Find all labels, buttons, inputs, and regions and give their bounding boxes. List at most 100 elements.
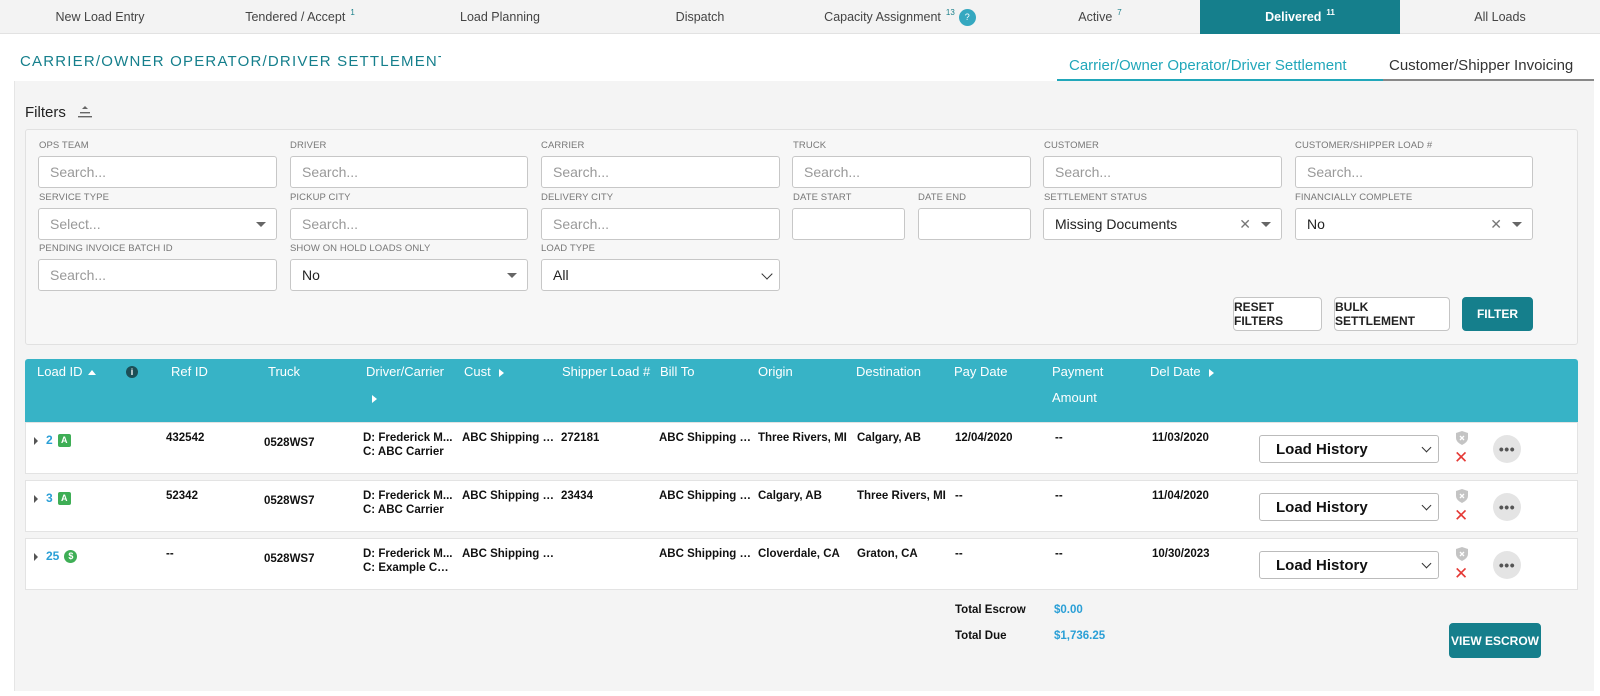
bulk-settlement-button[interactable]: BULK SETTLEMENT <box>1334 297 1450 331</box>
col-payment-amount-line2: Amount <box>1052 390 1097 405</box>
pending-batch-input[interactable]: Search... <box>38 259 277 291</box>
origin: Three Rivers, MI <box>758 432 847 444</box>
load-history-select[interactable]: Load History <box>1259 493 1439 521</box>
col-ref-id[interactable]: Ref ID <box>171 364 208 379</box>
customer-load-label: CUSTOMER/SHIPPER LOAD # <box>1295 140 1433 151</box>
col-truck[interactable]: Truck <box>268 364 300 379</box>
expand-row-icon[interactable] <box>34 495 38 503</box>
info-icon[interactable]: i <box>126 366 138 378</box>
view-escrow-button[interactable]: VIEW ESCROW <box>1449 623 1541 658</box>
col-payment-amount[interactable]: Payment <box>1052 364 1103 379</box>
table-row: 25 $ -- 0528WS7 D: Frederick M... C: Exam… <box>25 538 1578 590</box>
more-options-icon[interactable]: ••• <box>1493 493 1521 521</box>
load-history-select[interactable]: Load History <box>1259 551 1439 579</box>
date-end-input[interactable] <box>918 208 1031 240</box>
pickup-city-label: PICKUP CITY <box>290 192 351 203</box>
customer-input[interactable]: Search... <box>1043 156 1282 188</box>
carrier-placeholder: Search... <box>553 164 610 180</box>
close-icon[interactable]: ✕ <box>1454 449 1468 466</box>
service-type-select[interactable]: Select... <box>38 208 277 240</box>
tab-label: All Loads <box>1474 10 1526 24</box>
shield-icon[interactable] <box>1455 431 1469 445</box>
destination: Three Rivers, MI <box>857 490 946 502</box>
subtab-customer-invoicing[interactable]: Customer/Shipper Invoicing <box>1383 57 1594 81</box>
col-label: Load ID <box>37 364 83 379</box>
col-bill-to[interactable]: Bill To <box>660 364 694 379</box>
col-cust[interactable]: Cust <box>464 364 504 379</box>
customer-load-input[interactable]: Search... <box>1295 156 1533 188</box>
tab-all-loads[interactable]: All Loads <box>1400 0 1600 34</box>
expand-row-icon[interactable] <box>34 437 38 445</box>
help-icon[interactable]: ? <box>958 8 976 26</box>
reset-filters-button[interactable]: RESET FILTERS <box>1233 297 1322 331</box>
ops-team-input[interactable]: Search... <box>38 156 277 188</box>
table-row: 3A 52342 0528WS7 D: Frederick M... C: AB… <box>25 480 1578 532</box>
tab-label: Delivered <box>1265 10 1322 24</box>
subtab-carrier-settlement[interactable]: Carrier/Owner Operator/Driver Settlement <box>1057 57 1383 81</box>
carrier-input[interactable]: Search... <box>541 156 780 188</box>
delivery-city-input[interactable]: Search... <box>541 208 780 240</box>
on-hold-label: SHOW ON HOLD LOADS ONLY <box>290 243 431 254</box>
collapse-filters-icon[interactable] <box>78 106 92 118</box>
ref-id: 432542 <box>166 432 205 444</box>
tab-count: 13 <box>945 7 955 17</box>
settlement-status-value: Missing Documents <box>1055 216 1178 232</box>
shield-icon[interactable] <box>1455 489 1469 503</box>
filter-button[interactable]: FILTER <box>1462 297 1533 331</box>
close-icon[interactable]: ✕ <box>1454 565 1468 582</box>
ops-team-label: OPS TEAM <box>39 140 89 151</box>
driver-carrier-sort[interactable] <box>366 390 377 405</box>
load-id-link[interactable]: 25 $ <box>46 549 78 563</box>
load-type-select[interactable]: All <box>541 259 780 291</box>
clear-icon[interactable]: ✕ <box>1490 216 1502 233</box>
col-del-date[interactable]: Del Date <box>1150 364 1214 379</box>
truck-input[interactable]: Search... <box>792 156 1031 188</box>
col-driver-carrier[interactable]: Driver/Carrier <box>366 364 444 379</box>
chevron-down-icon <box>1421 558 1432 569</box>
sort-icon <box>1208 368 1214 377</box>
load-history-select[interactable]: Load History <box>1259 435 1439 463</box>
ref-id: 52342 <box>166 490 198 502</box>
more-options-icon[interactable]: ••• <box>1493 551 1521 579</box>
customer-load-placeholder: Search... <box>1307 164 1364 180</box>
tab-delivered[interactable]: Delivered 11 <box>1200 0 1400 34</box>
shield-icon[interactable] <box>1455 547 1469 561</box>
tab-new-load-entry[interactable]: New Load Entry <box>0 0 200 34</box>
filters-heading: Filters <box>25 104 66 121</box>
financially-complete-select[interactable]: No ✕ <box>1295 208 1533 240</box>
del-date: 11/03/2020 <box>1152 432 1209 444</box>
truck: 0528WS7 <box>264 553 315 565</box>
col-load-id[interactable]: Load ID <box>37 364 96 379</box>
tab-active[interactable]: Active 7 <box>1000 0 1200 34</box>
tab-capacity-assignment[interactable]: Capacity Assignment 13? <box>800 0 1000 34</box>
pay-date: -- <box>955 548 963 560</box>
payment: -- <box>1055 432 1063 444</box>
on-hold-select[interactable]: No <box>290 259 528 291</box>
pickup-city-input[interactable]: Search... <box>290 208 528 240</box>
ops-team-placeholder: Search... <box>50 164 107 180</box>
col-origin[interactable]: Origin <box>758 364 793 379</box>
expand-row-icon[interactable] <box>34 553 38 561</box>
clear-icon[interactable]: ✕ <box>1239 216 1251 233</box>
more-options-icon[interactable]: ••• <box>1493 435 1521 463</box>
carrier-label: CARRIER <box>541 140 585 151</box>
top-nav: New Load Entry Tendered / Accept 1 Load P… <box>0 0 1600 34</box>
tab-count: 7 <box>1117 7 1122 17</box>
col-pay-date[interactable]: Pay Date <box>954 364 1007 379</box>
col-destination[interactable]: Destination <box>856 364 921 379</box>
date-start-input[interactable] <box>792 208 905 240</box>
settlement-status-select[interactable]: Missing Documents ✕ <box>1043 208 1282 240</box>
col-shipper-load[interactable]: Shipper Load # <box>562 364 650 379</box>
close-icon[interactable]: ✕ <box>1454 507 1468 524</box>
load-id-link[interactable]: 3A <box>46 491 71 505</box>
dollar-badge-icon: $ <box>64 549 78 563</box>
tab-load-planning[interactable]: Load Planning <box>400 0 600 34</box>
tab-tendered-accept[interactable]: Tendered / Accept 1 <box>200 0 400 34</box>
sort-asc-icon <box>87 370 96 376</box>
load-id-link[interactable]: 2A <box>46 433 71 447</box>
tab-label: Active <box>1078 10 1113 24</box>
table-header <box>25 359 1578 425</box>
tab-dispatch[interactable]: Dispatch <box>600 0 800 34</box>
truck-label: TRUCK <box>793 140 827 151</box>
driver-input[interactable]: Search... <box>290 156 528 188</box>
